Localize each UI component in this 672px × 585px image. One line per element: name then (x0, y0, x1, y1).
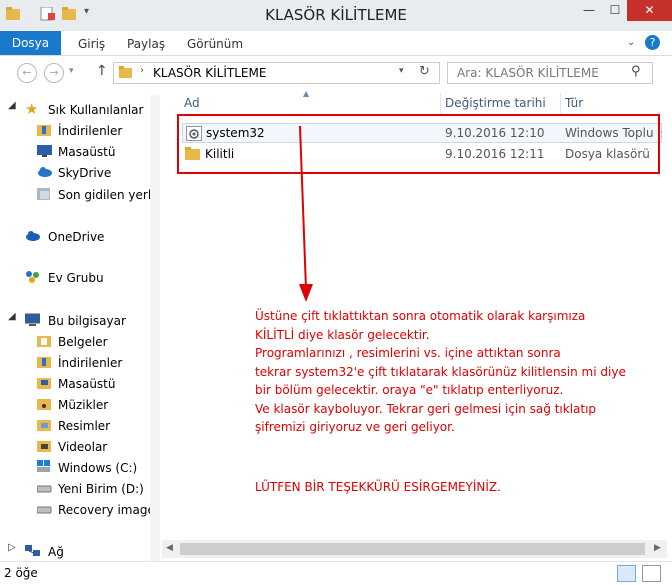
expand-arrow-icon[interactable]: ▷ (8, 542, 23, 556)
nav-item-drive-d[interactable]: Yeni Birim (D:) (0, 479, 150, 499)
column-header-name[interactable]: Ad (184, 96, 200, 110)
nav-item-music[interactable]: Müzikler (0, 395, 150, 415)
annotation-line: şifremizi giriyoruz ve geri geliyor. (255, 420, 455, 434)
column-header-type[interactable]: Tür (565, 96, 583, 110)
scrollbar-thumb[interactable] (180, 543, 645, 555)
recent-places-icon (37, 188, 50, 200)
sort-ascending-icon: ▲ (303, 89, 310, 98)
up-button[interactable]: ↑ (96, 63, 108, 79)
back-button[interactable]: ← (17, 63, 37, 83)
videos-folder-icon (37, 441, 51, 452)
large-icons-view-icon[interactable] (642, 565, 661, 582)
item-count: 2 öğe (4, 566, 38, 580)
annotation-line: Ve klasör kayboluyor. Tekrar geri gelmes… (255, 401, 597, 416)
column-header-date[interactable]: Değiştirme tarihi (445, 96, 546, 110)
annotation-line: bir bölüm gelecektir. oraya "e" tıklatıp… (255, 383, 564, 397)
search-placeholder: Ara: KLASÖR KİLİTLEME (457, 66, 599, 80)
search-icon[interactable]: ⚲ (631, 64, 641, 79)
network-icon (25, 545, 40, 556)
help-icon[interactable]: ? (645, 35, 660, 50)
address-bar[interactable]: › KLASÖR KİLİTLEME ▾ ↻ (113, 62, 440, 84)
desktop-icon (37, 145, 52, 157)
tab-file[interactable]: Dosya (0, 31, 61, 55)
address-dropdown-icon[interactable]: ▾ (399, 66, 404, 76)
nav-this-pc[interactable]: ◢ Bu bilgisayar (0, 311, 150, 331)
documents-folder-icon (37, 336, 51, 347)
window-title: KLASÖR KİLİTLEME (265, 6, 407, 24)
column-divider[interactable] (560, 93, 561, 113)
tab-home[interactable]: Giriş (78, 37, 105, 51)
nav-item-pictures[interactable]: Resimler (0, 416, 150, 436)
annotation-line: KİLİTLİ diye klasör gelecektir. (255, 327, 430, 342)
horizontal-scrollbar[interactable]: ◀ ▶ (162, 540, 667, 558)
skydrive-cloud-icon (38, 167, 52, 177)
annotation-line: tekrar system32'e çift tıklatarak klasör… (255, 364, 626, 379)
nav-favorites[interactable]: ◢ ★ Sık Kullanılanlar (0, 100, 150, 120)
recent-locations-icon[interactable]: ▾ (69, 66, 74, 76)
nav-item-desktop[interactable]: Masaüstü (0, 142, 150, 162)
collapse-arrow-icon[interactable]: ◢ (8, 311, 23, 325)
forward-button[interactable]: → (44, 63, 64, 83)
tab-view[interactable]: Görünüm (187, 37, 243, 51)
nav-network[interactable]: ▷ Ağ (0, 542, 150, 562)
downloads-folder-icon (37, 125, 51, 136)
breadcrumb-separator-icon: › (140, 65, 144, 76)
nav-scrollbar[interactable] (150, 95, 160, 561)
annotation-line: Üstüne çift tıklattıktan sonra otomatik … (255, 309, 586, 323)
highlight-box (177, 114, 660, 174)
nav-item-downloads[interactable]: İndirilenler (0, 121, 150, 141)
annotation-text: Üstüne çift tıklattıktan sonra otomatik … (255, 307, 655, 437)
desktop-folder-icon (37, 378, 51, 389)
drive-icon (37, 485, 52, 493)
drive-icon (37, 506, 52, 514)
homegroup-icon (26, 271, 39, 283)
nav-item-skydrive[interactable]: SkyDrive (0, 163, 150, 183)
nav-item-recent-places[interactable]: Son gidilen yerler (0, 185, 150, 205)
maximize-button[interactable]: ☐ (603, 0, 627, 21)
minimize-button[interactable]: — (575, 0, 603, 21)
collapse-arrow-icon[interactable]: ◢ (8, 100, 23, 114)
annotation-thanks: LÜTFEN BİR TEŞEKKÜRÜ ESİRGEMEYİNİZ. (255, 480, 501, 494)
nav-item-drive-c[interactable]: Windows (C:) (0, 458, 150, 478)
status-bar: 2 öğe (0, 561, 672, 585)
downloads-folder-icon (37, 357, 51, 368)
search-input[interactable]: Ara: KLASÖR KİLİTLEME ⚲ (447, 62, 653, 84)
annotation-line: Programlarınızı , resimlerini vs. içine … (255, 346, 561, 360)
nav-item-documents[interactable]: Belgeler (0, 332, 150, 352)
computer-icon (25, 313, 40, 326)
breadcrumb-current[interactable]: KLASÖR KİLİTLEME (153, 66, 266, 80)
onedrive-cloud-icon (26, 231, 40, 241)
nav-item-recovery[interactable]: Recovery image (0, 500, 150, 520)
red-arrow (299, 125, 313, 302)
tab-share[interactable]: Paylaş (127, 37, 165, 51)
nav-onedrive[interactable]: OneDrive (0, 227, 150, 247)
refresh-icon[interactable]: ↻ (419, 64, 430, 79)
expand-ribbon-icon[interactable]: ⌄ (627, 37, 635, 48)
scroll-left-icon[interactable]: ◀ (166, 543, 173, 553)
music-folder-icon (37, 399, 51, 410)
scroll-right-icon[interactable]: ▶ (654, 543, 661, 553)
windows-drive-icon (37, 460, 50, 472)
folder-icon (119, 66, 132, 78)
nav-homegroup[interactable]: Ev Grubu (0, 268, 150, 288)
column-divider[interactable] (440, 93, 441, 113)
pictures-folder-icon (37, 420, 51, 431)
nav-item-desktop-pc[interactable]: Masaüstü (0, 374, 150, 394)
details-view-icon[interactable] (617, 565, 636, 582)
nav-item-downloads-pc[interactable]: İndirilenler (0, 353, 150, 373)
nav-item-videos[interactable]: Videolar (0, 437, 150, 457)
star-icon: ★ (25, 100, 39, 118)
close-button[interactable]: ✕ (627, 0, 672, 21)
